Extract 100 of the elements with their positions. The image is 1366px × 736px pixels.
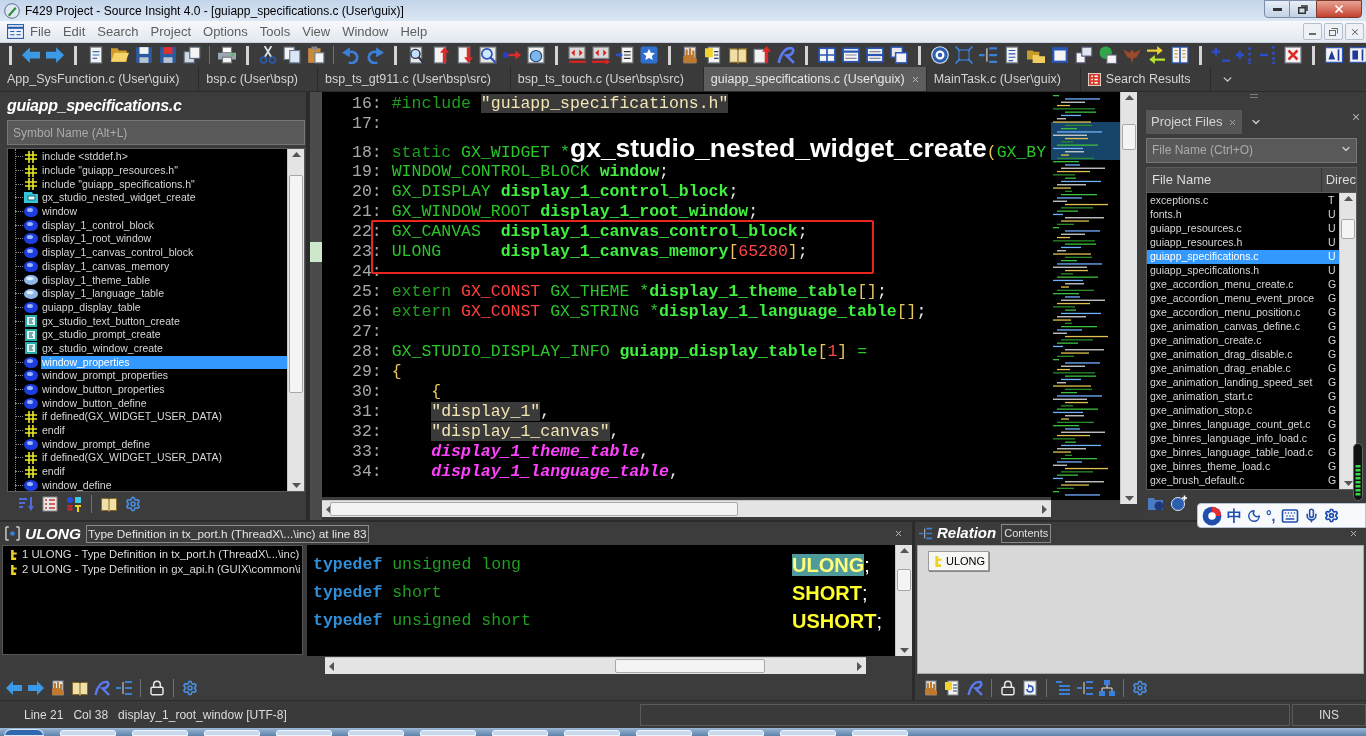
symbol-item[interactable]: window_button_define — [41, 396, 148, 410]
grid-layout-icon[interactable] — [818, 46, 836, 64]
moon-icon[interactable] — [1247, 508, 1261, 523]
circle-badge-icon[interactable] — [931, 46, 949, 64]
file-row[interactable]: gxe_accordion_menu_position.c G — [1147, 306, 1339, 320]
symbol-item[interactable]: display_1_root_window — [41, 232, 153, 246]
scrollbar-thumb[interactable] — [1122, 124, 1136, 150]
tree-branch-icon[interactable] — [116, 680, 132, 696]
scrollbar-thumb[interactable] — [1341, 219, 1355, 239]
swirl-logo-icon[interactable] — [967, 680, 983, 696]
close-icon[interactable] — [910, 74, 920, 84]
text-box-icon[interactable] — [1325, 46, 1343, 64]
menu-item[interactable]: Project — [144, 21, 198, 42]
open-book-icon[interactable] — [101, 496, 117, 512]
open-folder-icon[interactable] — [111, 46, 129, 64]
ime-logo-icon[interactable] — [1202, 505, 1222, 526]
menu-item[interactable]: Search — [91, 21, 145, 42]
menu-item[interactable]: Edit — [56, 21, 92, 42]
file-row[interactable]: exceptions.c T — [1147, 194, 1339, 208]
symbol-types-icon[interactable] — [66, 496, 82, 512]
symbol-item[interactable]: window_prompt_define — [41, 437, 151, 451]
close-icon[interactable] — [1349, 529, 1358, 538]
symbol-item[interactable]: gx_studio_window_create — [41, 341, 164, 355]
list-arrow-icon[interactable] — [616, 46, 634, 64]
forward-arrow-icon[interactable] — [28, 680, 44, 696]
menu-item[interactable]: View — [296, 21, 337, 42]
undo-icon[interactable] — [342, 46, 360, 64]
menu-item[interactable]: Window — [336, 21, 395, 42]
file-row[interactable]: gxe_animation_canvas_define.c G — [1147, 320, 1339, 334]
symbol-item[interactable]: endif — [41, 424, 66, 438]
scroll-up-arrow-icon[interactable] — [1124, 95, 1134, 100]
symbol-search-field[interactable]: Symbol Name (Alt+L) — [7, 120, 305, 145]
column-header[interactable]: File Name — [1147, 168, 1322, 192]
file-tab[interactable]: bsp.c (User\bsp) — [199, 67, 318, 91]
vertical-scrollbar[interactable] — [1120, 92, 1137, 504]
forward-arrow-icon[interactable] — [46, 46, 64, 64]
document-icon[interactable] — [1003, 46, 1021, 64]
page-badge-icon[interactable] — [705, 46, 723, 64]
window-menu-icon[interactable] — [7, 23, 24, 40]
close-icon[interactable] — [894, 529, 903, 538]
window-page-icon[interactable] — [1051, 46, 1069, 64]
column-header[interactable]: Direc — [1321, 168, 1356, 192]
symbol-item[interactable]: window_button_properties — [41, 383, 166, 397]
file-row[interactable]: guiapp_specifications.h U — [1147, 264, 1339, 278]
magnifier-page-icon[interactable] — [407, 46, 425, 64]
scroll-up-arrow-icon[interactable] — [1343, 196, 1353, 201]
symbol-item[interactable]: display_1_theme_table — [41, 273, 151, 287]
close-button[interactable] — [1316, 0, 1362, 18]
menu-item[interactable]: Tools — [253, 21, 297, 42]
reference-item[interactable]: 2 ULONG - Type Definition in gx_api.h (GUIX\common\i — [22, 561, 301, 578]
symbol-item[interactable]: display_1_control_block — [41, 218, 156, 232]
magnifier-icon[interactable] — [479, 46, 497, 64]
symbol-item[interactable]: window_prompt_properties — [41, 369, 170, 383]
symbol-item[interactable]: guiapp_display_table — [41, 300, 142, 314]
clipboard-icon[interactable] — [307, 46, 325, 64]
file-tab[interactable]: Search Results — [1080, 67, 1211, 91]
file-row[interactable]: gxe_binres_language_table_load.c G — [1147, 446, 1339, 460]
panel-tab[interactable]: Project Files — [1146, 110, 1242, 134]
vertical-scrollbar[interactable] — [287, 149, 304, 491]
scroll-down-arrow-icon[interactable] — [1124, 496, 1134, 501]
open-book-icon[interactable] — [729, 46, 747, 64]
tree-branch-icon[interactable] — [979, 46, 997, 64]
file-search-field[interactable]: File Name (Ctrl+O) — [1146, 137, 1357, 163]
refresh-page-icon[interactable] — [1022, 680, 1038, 696]
settings-icon[interactable] — [1132, 680, 1148, 696]
scroll-up-arrow-icon[interactable] — [899, 548, 909, 553]
file-row[interactable]: guiapp_resources.h U — [1147, 236, 1339, 250]
settings-icon[interactable] — [1323, 508, 1339, 523]
file-tab[interactable]: guiapp_specifications.c (User\guix) — [703, 67, 927, 91]
settings-icon[interactable] — [182, 680, 198, 696]
close-icon[interactable] — [1351, 112, 1361, 122]
text-box-icon[interactable] — [1349, 46, 1366, 64]
scissors-icon[interactable] — [259, 46, 277, 64]
hand-page-icon[interactable] — [923, 680, 939, 696]
circle-plus-icon[interactable] — [1171, 495, 1187, 511]
file-tab[interactable]: App_SysFunction.c (User\guix) — [0, 67, 200, 91]
tree-branch-icon[interactable] — [1077, 680, 1093, 696]
keyboard-icon[interactable] — [1280, 506, 1299, 525]
rows-layout-icon[interactable] — [842, 46, 860, 64]
start-button[interactable] — [4, 729, 44, 736]
file-row[interactable]: gxe_binres_language_count_get.c G — [1147, 418, 1339, 432]
file-row[interactable]: gxe_animation_drag_disable.c G — [1147, 348, 1339, 362]
copy-pages-icon[interactable] — [283, 46, 301, 64]
close-icon[interactable] — [1227, 117, 1237, 127]
hand-page-icon[interactable] — [681, 46, 699, 64]
split-layout-icon[interactable] — [866, 46, 884, 64]
columns-icon[interactable] — [1171, 46, 1189, 64]
scroll-up-arrow-icon[interactable] — [291, 152, 301, 157]
page-up-arrow-icon[interactable] — [753, 46, 771, 64]
scroll-left-arrow-icon[interactable] — [329, 661, 334, 671]
horizontal-scrollbar[interactable] — [325, 657, 866, 674]
stacked-windows-icon[interactable] — [890, 46, 908, 64]
file-tab[interactable]: bsp_ts_gt911.c (User\bsp\src) — [318, 67, 511, 91]
scroll-right-arrow-icon[interactable] — [1042, 504, 1047, 514]
hierarchy-icon[interactable] — [1099, 680, 1115, 696]
punctuation-toggle[interactable]: °, — [1266, 508, 1276, 523]
symbol-item[interactable]: gx_studio_prompt_create — [41, 328, 162, 342]
reference-item[interactable]: 1 ULONG - Type Definition in tx_port.h (ThreadX\...\inc) — [22, 546, 300, 563]
vertical-scrollbar[interactable] — [895, 545, 912, 656]
file-tab[interactable]: MainTask.c (User\guix) — [926, 67, 1081, 91]
